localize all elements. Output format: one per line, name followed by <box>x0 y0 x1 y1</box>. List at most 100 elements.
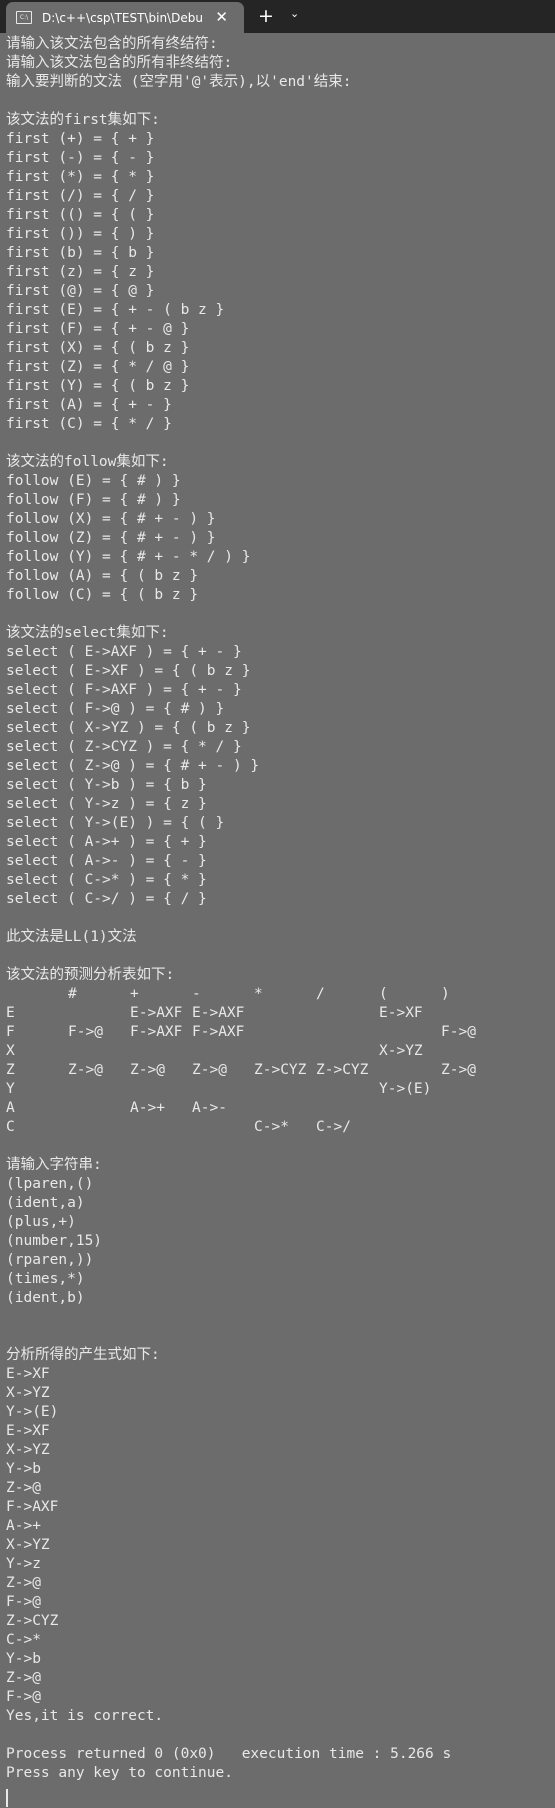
table-cell: A->- <box>192 1100 227 1116</box>
table-cell: Z->@ <box>130 1062 165 1078</box>
text-cursor <box>6 1789 8 1807</box>
console-line: C->* <box>6 1632 41 1648</box>
table-header-cell: ( <box>379 986 388 1002</box>
console-line: Press any key to continue. <box>6 1765 233 1781</box>
table-row: A A->+ A->- <box>6 1099 555 1118</box>
console-line: follow (A) = { ( b z } <box>6 568 199 584</box>
console-line: F->@ <box>6 1689 41 1705</box>
tab-dropdown-icon[interactable]: ⌄ <box>290 7 299 20</box>
console-line: select ( Y->(E) ) = { ( } <box>6 815 225 831</box>
console-line: select ( F->@ ) = { # ) } <box>6 701 225 717</box>
table-cell: E->AXF <box>192 1005 245 1021</box>
console-block-grammar: 请输入该文法包含的所有终结符: 请输入该文法包含的所有非终结符: 输入要判断的文法 … <box>6 35 555 985</box>
console-line: follow (Z) = { # + - ) } <box>6 530 216 546</box>
console-line: (ident,b) <box>6 1290 85 1306</box>
console-line: 请输入该文法包含的所有终结符: <box>6 36 218 52</box>
console-line: select ( Z->CYZ ) = { * / } <box>6 739 242 755</box>
console-line: first (X) = { ( b z } <box>6 340 190 356</box>
console-line: Process returned 0 (0x0) execution time … <box>6 1746 452 1762</box>
console-line: Z->@ <box>6 1575 41 1591</box>
title-bar: C:\ D:\c++\csp\TEST\bin\Debu ✕ + ⌄ <box>0 0 555 33</box>
table-header-cell: - <box>192 986 201 1002</box>
console-line: (ident,a) <box>6 1195 85 1211</box>
console-line: F->@ <box>6 1594 41 1610</box>
console-line: follow (E) = { # ) } <box>6 473 181 489</box>
table-header-cell: + <box>130 986 139 1002</box>
console-line: first (*) = { * } <box>6 169 155 185</box>
table-cell: F->AXF <box>130 1024 183 1040</box>
table-nonterminal: A <box>6 1100 15 1116</box>
console-line: (lparen,() <box>6 1176 94 1192</box>
table-cell: F->@ <box>441 1024 476 1040</box>
table-row: C C->* C->/ <box>6 1118 555 1137</box>
new-tab-button[interactable]: + <box>258 5 274 27</box>
close-tab-icon[interactable]: ✕ <box>215 8 228 26</box>
table-cell: E->AXF <box>130 1005 183 1021</box>
console-line: follow (C) = { ( b z } <box>6 587 199 603</box>
console-line: Z->CYZ <box>6 1613 59 1629</box>
table-row: F F->@ F->AXF F->AXF F->@ <box>6 1023 555 1042</box>
console-line: X->YZ <box>6 1442 50 1458</box>
console-line: Y->b <box>6 1651 41 1667</box>
terminal-tab[interactable]: C:\ D:\c++\csp\TEST\bin\Debu ✕ <box>6 2 244 33</box>
console-line: E->XF <box>6 1423 50 1439</box>
console-line: E->XF <box>6 1366 50 1382</box>
table-nonterminal: X <box>6 1043 15 1059</box>
table-header-cell: * <box>254 986 263 1002</box>
console-line: select ( A->- ) = { - } <box>6 853 207 869</box>
console-line: first (Z) = { * / @ } <box>6 359 190 375</box>
console-line: 该文法的follow集如下: <box>6 454 169 470</box>
table-cell: X->YZ <box>379 1043 423 1059</box>
console-line: first (-) = { - } <box>6 150 155 166</box>
table-row: X X->YZ <box>6 1042 555 1061</box>
table-cell: F->AXF <box>192 1024 245 1040</box>
table-nonterminal: Z <box>6 1062 15 1078</box>
table-nonterminal: C <box>6 1119 15 1135</box>
console-line: Y->b <box>6 1461 41 1477</box>
console-line: Z->@ <box>6 1670 41 1686</box>
console-line: follow (F) = { # ) } <box>6 492 181 508</box>
table-nonterminal: E <box>6 1005 15 1021</box>
console-line: 该文法的select集如下: <box>6 625 169 641</box>
console-line: first (F) = { + - @ } <box>6 321 190 337</box>
console-line: Y->(E) <box>6 1404 59 1420</box>
console-line: (times,*) <box>6 1271 85 1287</box>
console-line: select ( C->* ) = { * } <box>6 872 207 888</box>
table-row: Y Y->(E) <box>6 1080 555 1099</box>
console-line: select ( Y->z ) = { z } <box>6 796 207 812</box>
console-line: first (b) = { b } <box>6 245 155 261</box>
console-line: follow (Y) = { # + - * / ) } <box>6 549 251 565</box>
console-line: X->YZ <box>6 1537 50 1553</box>
console-line: Yes,it is correct. <box>6 1708 164 1724</box>
console-line: first (Y) = { ( b z } <box>6 378 190 394</box>
console-line: select ( Z->@ ) = { # + - ) } <box>6 758 260 774</box>
table-cell: A->+ <box>130 1100 165 1116</box>
table-header-cell: ) <box>441 986 450 1002</box>
console-output: 请输入该文法包含的所有终结符: 请输入该文法包含的所有非终结符: 输入要判断的文法 … <box>6 35 555 1783</box>
prediction-table: # + - * / () E E->AXF E->AXF E->XF F F->@ F->AXF F->A… <box>6 985 555 1137</box>
console-line: 该文法的first集如下: <box>6 112 160 128</box>
console-line: first (/) = { / } <box>6 188 155 204</box>
table-header-row: # + - * / () <box>6 985 555 1004</box>
console-line: select ( Y->b ) = { b } <box>6 777 207 793</box>
console-line: X->YZ <box>6 1385 50 1401</box>
console-line: Z->@ <box>6 1480 41 1496</box>
console-line: follow (X) = { # + - ) } <box>6 511 216 527</box>
terminal-icon: C:\ <box>16 11 32 24</box>
console-line: first (() = { ( } <box>6 207 155 223</box>
table-cell: C->* <box>254 1119 289 1135</box>
console-line: first ()) = { ) } <box>6 226 155 242</box>
console-line: select ( A->+ ) = { + } <box>6 834 207 850</box>
console-line: 请输入该文法包含的所有非终结符: <box>6 55 233 71</box>
table-row: Z Z->@ Z->@ Z->@ Z->CYZ Z->CYZ Z->@ <box>6 1061 555 1080</box>
console-line: F->AXF <box>6 1499 59 1515</box>
table-nonterminal: Y <box>6 1081 15 1097</box>
console-line: select ( E->AXF ) = { + - } <box>6 644 242 660</box>
console-line: select ( X->YZ ) = { ( b z } <box>6 720 251 736</box>
